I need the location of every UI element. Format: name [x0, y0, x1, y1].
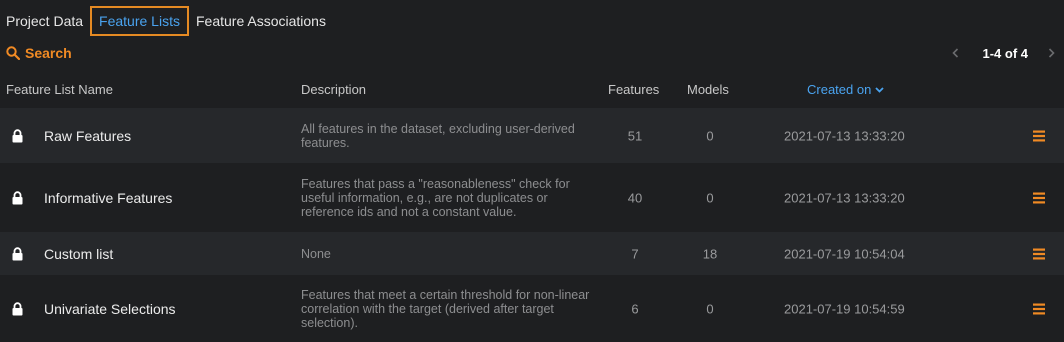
feature-count: 6 [631, 301, 639, 316]
menu-icon[interactable] [1032, 248, 1046, 260]
column-header-models[interactable]: Models [687, 82, 729, 97]
tab-bar: Project Data Feature Lists Feature Assoc… [0, 6, 332, 36]
feature-list-description: All features in the dataset, excluding u… [301, 121, 575, 150]
column-header-features[interactable]: Features [608, 82, 659, 97]
lock-icon [12, 301, 23, 315]
created-on: 2021-07-19 10:54:59 [784, 301, 905, 316]
search-button[interactable]: Search [6, 44, 72, 62]
table-row[interactable]: Custom list None 7 18 2021-07-19 10:54:0… [0, 232, 1064, 275]
feature-list-name: Univariate Selections [44, 300, 176, 317]
chevron-right-icon [1048, 48, 1055, 58]
lock-icon [12, 128, 23, 142]
feature-list-name: Informative Features [44, 189, 173, 206]
model-count: 0 [706, 301, 714, 316]
search-label: Search [25, 45, 72, 61]
table-header: Feature List Name Description Features M… [0, 78, 1064, 109]
feature-count: 7 [631, 246, 639, 261]
table-row[interactable]: Univariate Selections Features that meet… [0, 275, 1064, 342]
chevron-down-icon [875, 86, 884, 93]
created-on: 2021-07-13 13:33:20 [784, 128, 905, 143]
pagination: 1-4 of 4 [950, 44, 1064, 62]
column-header-created-label: Created on [807, 82, 872, 97]
menu-icon[interactable] [1032, 130, 1046, 142]
column-header-name[interactable]: Feature List Name [6, 82, 113, 97]
feature-list-name: Custom list [44, 245, 114, 262]
prev-page-button[interactable] [950, 44, 960, 62]
feature-list-description: Features that pass a "reasonableness" ch… [301, 176, 570, 219]
next-page-button[interactable] [1046, 44, 1056, 62]
feature-list-description: None [301, 246, 331, 261]
lock-icon [12, 190, 23, 204]
tab-project-data[interactable]: Project Data [0, 6, 89, 36]
model-count: 18 [702, 246, 718, 261]
table-row[interactable]: Informative Features Features that pass … [0, 163, 1064, 232]
feature-count: 51 [627, 128, 643, 143]
column-header-description[interactable]: Description [301, 82, 366, 97]
menu-icon[interactable] [1032, 192, 1046, 204]
table-row[interactable]: Raw Features All features in the dataset… [0, 108, 1064, 163]
lock-icon [12, 246, 23, 260]
tab-feature-associations[interactable]: Feature Associations [190, 6, 332, 36]
feature-list-description: Features that meet a certain threshold f… [301, 287, 590, 330]
model-count: 0 [706, 128, 714, 143]
model-count: 0 [706, 190, 714, 205]
menu-icon[interactable] [1032, 303, 1046, 315]
column-header-created-on[interactable]: Created on [807, 82, 884, 97]
tab-feature-lists[interactable]: Feature Lists [90, 6, 189, 36]
feature-list-name: Raw Features [44, 127, 132, 144]
feature-count: 40 [627, 190, 643, 205]
chevron-left-icon [952, 48, 959, 58]
pagination-text: 1-4 of 4 [982, 45, 1028, 61]
created-on: 2021-07-19 10:54:04 [784, 246, 905, 261]
search-icon [6, 46, 20, 60]
created-on: 2021-07-13 13:33:20 [784, 190, 905, 205]
